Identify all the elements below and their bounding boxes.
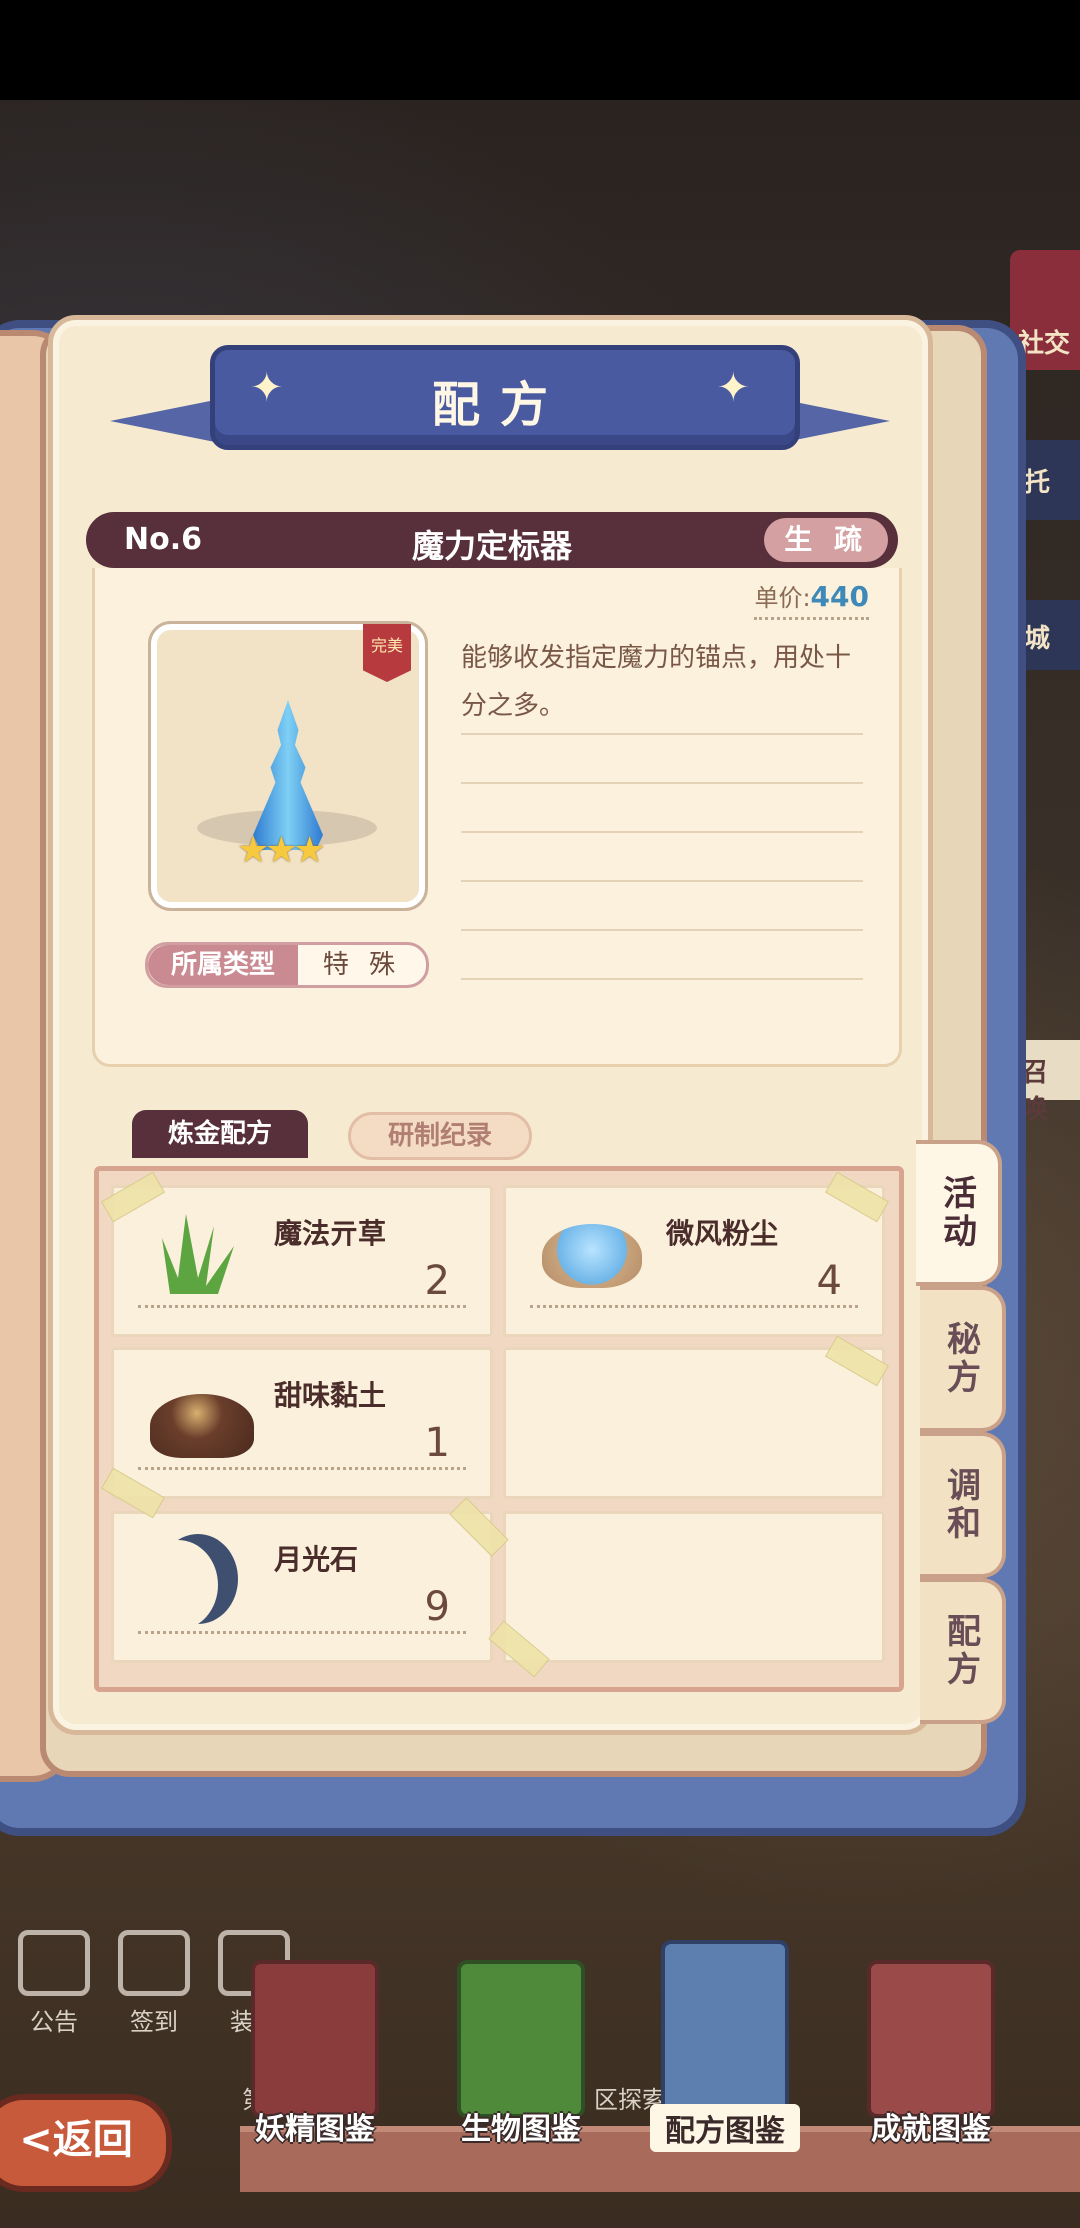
title-ribbon: ✦ ✦ 配方: [110, 345, 890, 455]
quality-badge: 完美: [363, 624, 411, 682]
item-description: 能够收发指定魔力的锚点，用处十分之多。: [461, 643, 852, 721]
recipe-guide-button[interactable]: 配方图鉴: [650, 1940, 800, 2152]
achievement-guide-button[interactable]: 成就图鉴: [856, 1960, 1006, 2148]
crystal-icon: [253, 700, 323, 850]
star-rating: ★★★: [237, 830, 326, 871]
back-button[interactable]: <返回: [0, 2094, 172, 2192]
page-title: 配方: [431, 377, 568, 433]
crown-book-icon: [867, 1960, 995, 2118]
type-pill: 所属类型 特 殊: [145, 942, 429, 988]
type-label: 所属类型: [148, 945, 298, 985]
herb-icon: [162, 1214, 234, 1294]
creature-guide-button[interactable]: 生物图鉴: [446, 1960, 596, 2148]
item-header: No.6 魔力定标器 生 疏: [86, 512, 898, 568]
ingredient-slot[interactable]: 魔法亓草 2: [111, 1185, 493, 1337]
fairy-guide-button[interactable]: 妖精图鉴: [240, 1960, 390, 2148]
ingredient-grid: 魔法亓草 2 微风粉尘 4 甜味黏土 1 月光石 9: [94, 1166, 904, 1692]
side-tab-recipe[interactable]: 配方: [920, 1578, 1006, 1724]
fairy-book-icon: [251, 1960, 379, 2118]
empty-slot: [503, 1511, 885, 1663]
ingredient-slot[interactable]: 微风粉尘 4: [503, 1185, 885, 1337]
notice-button[interactable]: 公告: [18, 1930, 90, 2037]
side-tab-activity[interactable]: 活动: [916, 1140, 1002, 1286]
side-tab-blend[interactable]: 调和: [920, 1432, 1006, 1578]
ingredient-slot[interactable]: 甜味黏土 1: [111, 1347, 493, 1499]
ingredient-slot[interactable]: 月光石 9: [111, 1511, 493, 1663]
item-info-card: 单价:440 完美 ★★★ 所属类型 特 殊 能够收发指定魔力的锚点，用处十分之…: [92, 568, 902, 1067]
side-tab-secret-recipe[interactable]: 秘方: [920, 1286, 1006, 1432]
dust-icon: [542, 1224, 642, 1288]
calendar-icon: [118, 1930, 190, 1996]
item-image-frame[interactable]: 完美 ★★★: [148, 621, 428, 911]
notice-icon: [18, 1930, 90, 1996]
checkin-button[interactable]: 签到: [118, 1930, 190, 2037]
price: 单价:440: [754, 578, 869, 620]
type-value: 特 殊: [322, 950, 402, 980]
plant-book-icon: [457, 1960, 585, 2118]
description-lines: [461, 686, 863, 980]
tab-alchemy-recipe[interactable]: 炼金配方: [132, 1110, 308, 1158]
familiarity-badge: 生 疏: [764, 518, 888, 562]
clay-icon: [150, 1394, 254, 1458]
flask-book-icon: [661, 1940, 789, 2118]
empty-slot: [503, 1347, 885, 1499]
moon-icon: [158, 1534, 238, 1624]
tab-research-records[interactable]: 研制纪录: [348, 1112, 532, 1160]
